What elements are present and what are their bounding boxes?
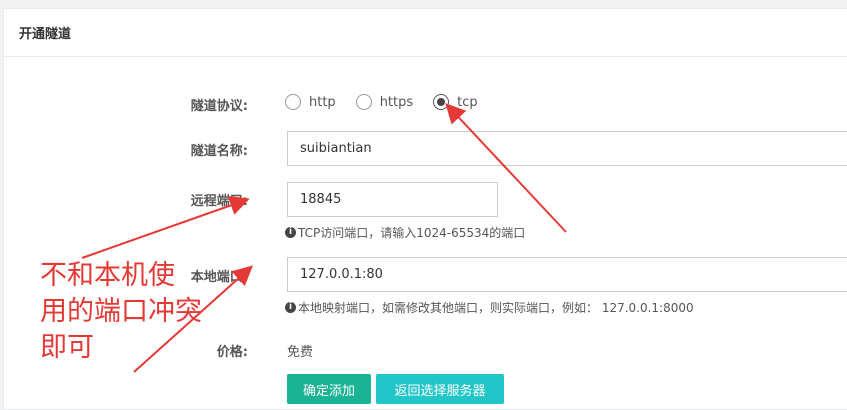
radio-unchecked-icon[interactable] — [355, 94, 372, 110]
remote-port-hint-text: TCP访问端口，请输入1024-65534的端口 — [298, 226, 526, 240]
handwritten-annotation: 不和本机使 用的端口冲突 即可 — [40, 258, 240, 366]
tunnel-name-label: 隧道名称: — [190, 144, 248, 159]
price-value: 免费 — [287, 345, 314, 360]
local-port-hint: i 本地映射端口，如需修改其他端口，则实际端口，例如： 127.0.0.1:80… — [285, 299, 694, 316]
protocol-option-label: tcp — [457, 94, 478, 110]
info-icon: i — [285, 227, 296, 238]
protocol-option-label: http — [309, 94, 336, 110]
protocol-option-label: https — [379, 94, 414, 110]
protocol-option-tcp[interactable]: tcp — [433, 94, 478, 110]
info-icon: i — [285, 302, 296, 313]
remote-port-input[interactable]: 18845 — [287, 182, 498, 217]
protocol-option-http[interactable]: http — [285, 94, 336, 110]
annotation-line: 即可 — [40, 332, 94, 363]
local-port-hint-text: 本地映射端口，如需修改其他端口，则实际端口，例如： 127.0.0.1:8000 — [298, 301, 694, 315]
remote-port-hint: i TCP访问端口，请输入1024-65534的端口 — [285, 224, 525, 241]
radio-checked-icon[interactable] — [433, 94, 450, 110]
remote-port-label: 远程端口: — [190, 194, 248, 209]
panel-title: 开通隧道 — [4, 9, 847, 57]
annotation-line: 不和本机使 — [40, 260, 175, 291]
annotation-line: 用的端口冲突 — [40, 296, 202, 327]
protocol-label: 隧道协议: — [190, 99, 248, 114]
local-port-input[interactable]: 127.0.0.1:80 — [287, 257, 847, 292]
protocol-option-https[interactable]: https — [355, 94, 414, 110]
protocol-radio-group: http https tcp — [285, 94, 498, 110]
radio-unchecked-icon[interactable] — [285, 94, 301, 110]
tunnel-name-input[interactable]: suibiantian — [287, 131, 847, 166]
